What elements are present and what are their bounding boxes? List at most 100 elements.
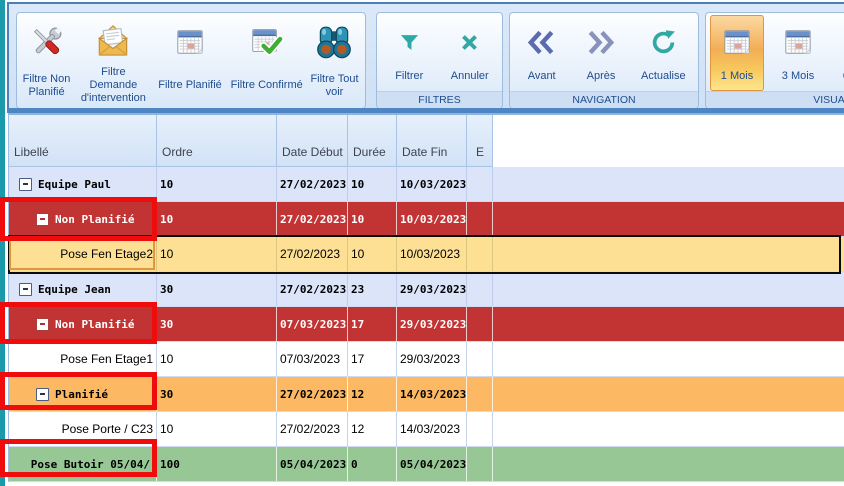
collapse-expander-icon[interactable] — [36, 388, 49, 401]
ribbon-button-filtrer[interactable]: Filtrer — [381, 15, 437, 91]
cell-date-fin[interactable]: 29/03/2023 — [397, 272, 467, 306]
cell-libelle[interactable]: Pose Butoir 05/04/ — [9, 447, 157, 481]
collapse-expander-icon[interactable] — [36, 213, 49, 226]
cell-date-debut[interactable]: 07/03/2023 — [277, 342, 348, 376]
cell-date-debut[interactable]: 27/02/2023 — [277, 167, 348, 201]
cell-ordre[interactable]: 10 — [157, 202, 277, 236]
column-header-libelle[interactable]: Libellé — [9, 115, 157, 167]
cell-date-debut[interactable]: 07/03/2023 — [277, 307, 348, 341]
cell-etat[interactable] — [467, 447, 493, 481]
ribbon-button-label: Filtre Planifié — [157, 66, 223, 108]
cell-date-debut[interactable]: 27/02/2023 — [277, 202, 348, 236]
grid-header-row: LibelléOrdreDate DébutDuréeDate FinE — [9, 115, 844, 167]
cell-date-fin[interactable]: 29/03/2023 — [397, 342, 467, 376]
cell-etat[interactable] — [467, 237, 493, 271]
cell-etat[interactable] — [467, 167, 493, 201]
ribbon-button-label: Actualise — [640, 66, 687, 90]
cell-libelle[interactable]: Non Planifié — [9, 202, 157, 236]
calendar-icon — [722, 27, 752, 57]
cell-date-debut[interactable]: 27/02/2023 — [277, 237, 348, 271]
cell-ordre[interactable]: 10 — [157, 237, 277, 271]
cell-date-debut[interactable]: 27/02/2023 — [277, 272, 348, 306]
cell-libelle[interactable]: Pose Fen Etage2 — [9, 237, 157, 271]
cell-duree[interactable]: 12 — [348, 412, 397, 446]
column-header-duree[interactable]: Durée — [348, 115, 397, 167]
collapse-expander-icon[interactable] — [19, 178, 32, 191]
column-header-e[interactable]: E — [467, 115, 493, 167]
ribbon-button-filtre-planifie[interactable]: Filtre Planifié — [153, 15, 228, 109]
cell-ordre[interactable]: 30 — [157, 377, 277, 411]
table-row-pose-fen-etage2[interactable]: Pose Fen Etage21027/02/20231010/03/2023 — [9, 237, 844, 272]
cell-ordre[interactable]: 100 — [157, 447, 277, 481]
column-header-date-fin[interactable]: Date Fin — [397, 115, 467, 167]
ribbon-button-label: Filtre Tout voir — [307, 66, 362, 108]
cell-etat[interactable] — [467, 412, 493, 446]
cell-duree[interactable]: 10 — [348, 237, 397, 271]
table-row-planifie[interactable]: Planifié3027/02/20231214/03/2023 — [9, 377, 844, 412]
ribbon-button-6-mois[interactable]: 6 Mois — [832, 15, 844, 91]
cell-date-fin[interactable]: 14/03/2023 — [397, 412, 467, 446]
gantt-area-cell — [493, 202, 844, 236]
cell-date-fin[interactable]: 29/03/2023 — [397, 307, 467, 341]
cell-date-fin[interactable]: 10/03/2023 — [397, 237, 467, 271]
column-header-ordre[interactable]: Ordre — [157, 115, 277, 167]
cell-date-debut[interactable]: 27/02/2023 — [277, 412, 348, 446]
cell-date-fin[interactable]: 10/03/2023 — [397, 202, 467, 236]
cell-etat[interactable] — [467, 307, 493, 341]
cell-libelle[interactable]: Pose Porte / C23 — [9, 412, 157, 446]
collapse-expander-icon[interactable] — [36, 318, 49, 331]
cell-libelle[interactable]: Non Planifié — [9, 307, 157, 341]
cell-duree[interactable]: 0 — [348, 447, 397, 481]
cell-duree[interactable]: 23 — [348, 272, 397, 306]
cell-ordre[interactable]: 10 — [157, 167, 277, 201]
cell-duree[interactable]: 17 — [348, 342, 397, 376]
table-row-equipe-jean[interactable]: Equipe Jean3027/02/20232329/03/2023 — [9, 272, 844, 307]
row-label: Pose Fen Etage1 — [60, 352, 153, 366]
table-row-non-planifie[interactable]: Non Planifié1027/02/20231010/03/2023 — [9, 202, 844, 237]
ribbon-button-3-mois[interactable]: 3 Mois — [771, 15, 825, 91]
ribbon-button-avant[interactable]: Avant — [514, 15, 570, 91]
row-label: Non Planifié — [55, 318, 134, 331]
cell-ordre[interactable]: 10 — [157, 342, 277, 376]
table-row-pose-butoir-05-04[interactable]: Pose Butoir 05/04/10005/04/2023005/04/20… — [9, 447, 844, 482]
cell-date-debut[interactable]: 05/04/2023 — [277, 447, 348, 481]
ribbon-button-filtre-demande-d-intervention[interactable]: Filtre Demande d'intervention — [74, 15, 153, 109]
cell-libelle[interactable]: Pose Fen Etage1 — [9, 342, 157, 376]
binoculars-icon — [315, 23, 353, 61]
cell-libelle[interactable]: Equipe Paul — [9, 167, 157, 201]
column-header-date-debut[interactable]: Date Début — [277, 115, 348, 167]
cell-etat[interactable] — [467, 377, 493, 411]
cell-duree[interactable]: 10 — [348, 167, 397, 201]
cell-ordre[interactable]: 30 — [157, 307, 277, 341]
cell-date-debut[interactable]: 27/02/2023 — [277, 377, 348, 411]
table-row-pose-fen-etage1[interactable]: Pose Fen Etage1 1007/03/20231729/03/2023 — [9, 342, 844, 377]
cell-etat[interactable] — [467, 272, 493, 306]
cell-duree[interactable]: 17 — [348, 307, 397, 341]
cell-etat[interactable] — [467, 342, 493, 376]
cell-date-fin[interactable]: 14/03/2023 — [397, 377, 467, 411]
cell-date-fin[interactable]: 10/03/2023 — [397, 167, 467, 201]
cell-ordre[interactable]: 10 — [157, 412, 277, 446]
cell-etat[interactable] — [467, 202, 493, 236]
ribbon-button-1-mois[interactable]: 1 Mois — [710, 15, 764, 91]
ribbon-button-label: Filtre Demande d'intervention — [75, 66, 152, 108]
table-row-equipe-paul[interactable]: Equipe Paul1027/02/20231010/03/2023 — [9, 167, 844, 202]
cell-libelle[interactable]: Equipe Jean — [9, 272, 157, 306]
ribbon-button-label: 3 Mois — [781, 66, 815, 90]
ribbon-button-filtre-tout-voir[interactable]: Filtre Tout voir — [306, 15, 363, 109]
ribbon-button-actualise[interactable]: Actualise — [632, 15, 694, 91]
cell-duree[interactable]: 10 — [348, 202, 397, 236]
table-row-pose-porte-c23[interactable]: Pose Porte / C231027/02/20231214/03/2023 — [9, 412, 844, 447]
cell-ordre[interactable]: 30 — [157, 272, 277, 306]
collapse-expander-icon[interactable] — [19, 283, 32, 296]
cell-libelle[interactable]: Planifié — [9, 377, 157, 411]
cell-date-fin[interactable]: 05/04/2023 — [397, 447, 467, 481]
gantt-area-cell — [493, 167, 844, 201]
table-row-non-planifie[interactable]: Non Planifié 3007/03/20231729/03/2023 — [9, 307, 844, 342]
ribbon-button-filtre-non-planifie[interactable]: Filtre Non Planifié — [19, 15, 74, 109]
ribbon-button-apres[interactable]: Après — [573, 15, 629, 91]
ribbon-button-annuler[interactable]: Annuler — [442, 15, 498, 91]
cell-duree[interactable]: 12 — [348, 377, 397, 411]
ribbon-button-filtre-confirme[interactable]: Filtre Confirmé — [227, 15, 306, 109]
ribbon-button-label: Filtre Non Planifié — [20, 66, 73, 108]
